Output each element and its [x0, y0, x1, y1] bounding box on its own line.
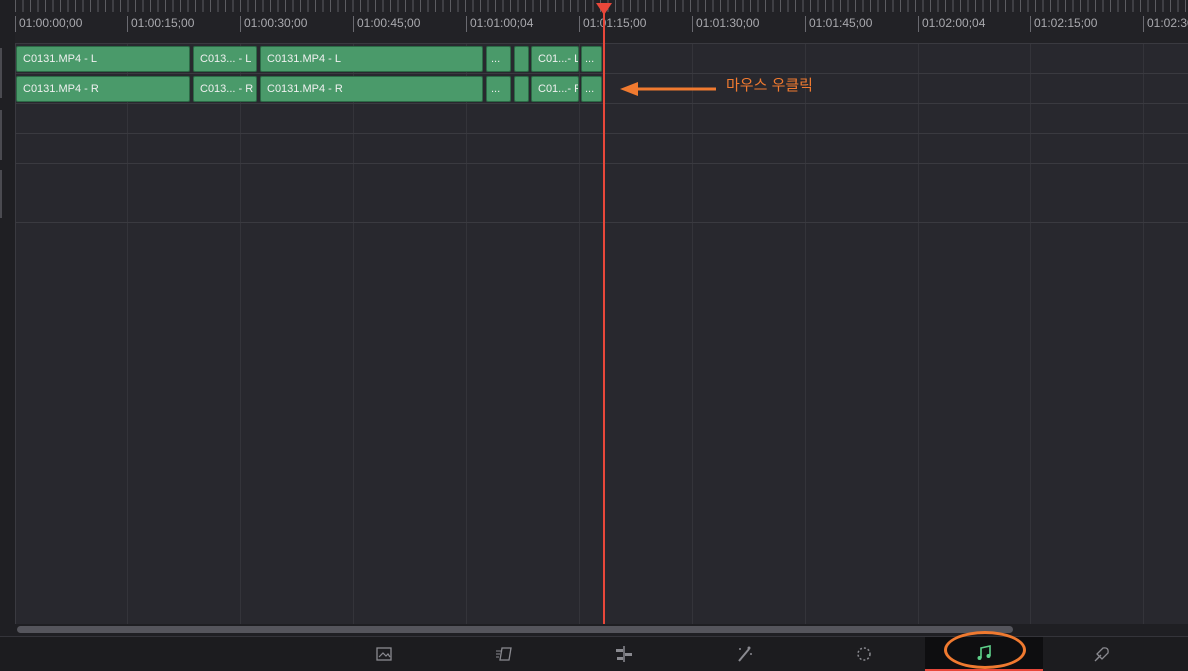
fairlight-highlight-ring: [944, 631, 1026, 669]
playhead-handle[interactable]: [596, 3, 612, 15]
timecode-label: 01:02:15;00: [1030, 16, 1097, 32]
timeline-horizontal-scrollbar[interactable]: [15, 624, 1188, 636]
audio-clip[interactable]: ...: [486, 76, 511, 102]
grid-line: [127, 44, 128, 624]
annotation-arrow-icon: [620, 82, 716, 96]
cut-page-button[interactable]: [474, 637, 534, 671]
audio-clip[interactable]: C0131.MP4 - L: [260, 46, 483, 72]
grid-line: [805, 44, 806, 624]
timecode-label: 01:00:30;00: [240, 16, 307, 32]
audio-clip[interactable]: C0131.MP4 - R: [260, 76, 483, 102]
grid-line: [240, 44, 241, 624]
track-marker: [0, 110, 2, 160]
track-divider: [15, 103, 1188, 104]
audio-clip[interactable]: C01...- R: [531, 76, 579, 102]
audio-clip[interactable]: C013... - R: [193, 76, 257, 102]
timecode-label: 01:00:45;00: [353, 16, 420, 32]
color-icon: [857, 647, 871, 661]
track-divider: [15, 73, 1188, 74]
color-page-button[interactable]: [834, 637, 894, 671]
grid-line: [918, 44, 919, 624]
rocket-icon: [1094, 647, 1109, 662]
audio-clip[interactable]: C013... - L: [193, 46, 257, 72]
timecode-label: 01:00:00;00: [15, 16, 82, 32]
timecode-label: 01:01:30;00: [692, 16, 759, 32]
grid-line: [692, 44, 693, 624]
grid-line: [1143, 44, 1144, 624]
timecode-label: 01:01:15;00: [579, 16, 646, 32]
track-marker: [0, 48, 2, 98]
grid-line: [579, 44, 580, 624]
timecode-label: 01:02:00;04: [918, 16, 985, 32]
grid-line: [353, 44, 354, 624]
edit-icon: [616, 646, 632, 662]
timeline-tracks[interactable]: C0131.MP4 - L C013... - L C0131.MP4 - L …: [15, 44, 1188, 624]
audio-clip[interactable]: C0131.MP4 - R: [16, 76, 190, 102]
media-page-button[interactable]: [354, 637, 414, 671]
scrollbar-thumb[interactable]: [17, 626, 1013, 633]
playhead-line[interactable]: [603, 8, 605, 624]
timecode-label: 01:00:15;00: [127, 16, 194, 32]
timecode-label: 01:02:30: [1143, 16, 1188, 32]
track-divider: [15, 163, 1188, 164]
track-header-gutter: [0, 0, 16, 636]
audio-clip[interactable]: [514, 46, 529, 72]
audio-clip[interactable]: ...: [581, 76, 602, 102]
audio-clip[interactable]: C0131.MP4 - L: [16, 46, 190, 72]
track-marker: [0, 170, 2, 218]
track-divider: [15, 222, 1188, 223]
audio-clip[interactable]: ...: [486, 46, 511, 72]
deliver-page-button[interactable]: [1072, 637, 1132, 671]
grid-line: [466, 44, 467, 624]
track-divider: [15, 133, 1188, 134]
audio-clip[interactable]: [514, 76, 529, 102]
fusion-page-button[interactable]: [714, 637, 774, 671]
media-icon: [376, 647, 392, 661]
audio-clip[interactable]: C01...- L: [531, 46, 579, 72]
cut-icon: [496, 647, 512, 661]
edit-page-button[interactable]: [594, 637, 654, 671]
timecode-label: 01:01:45;00: [805, 16, 872, 32]
annotation-label: 마우스 우클릭: [726, 77, 813, 94]
audio-clip[interactable]: ...: [581, 46, 602, 72]
timecode-label: 01:01:00;04: [466, 16, 533, 32]
fusion-icon: [738, 646, 752, 662]
grid-line: [1030, 44, 1031, 624]
